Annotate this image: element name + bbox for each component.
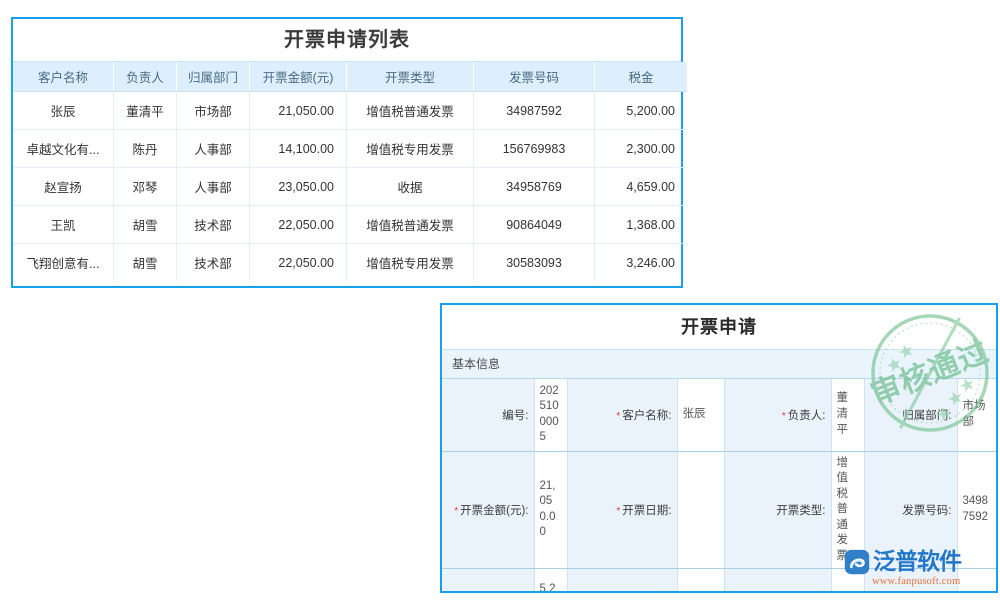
column-header-department[interactable]: 归属部门 (176, 62, 250, 92)
cell-owner[interactable]: 胡雪 (113, 205, 177, 244)
cell-amount: 14,100.00 (249, 129, 347, 168)
cell-owner[interactable]: 陈丹 (113, 129, 177, 168)
label-amount-text: 开票金额(元): (460, 504, 529, 517)
cell-invoice-type: 增值税专用发票 (346, 129, 474, 168)
required-marker-customer: * (616, 410, 621, 422)
cell-invoice-no: 30583093 (473, 243, 595, 281)
cell-tax: 5,200.00 (594, 91, 687, 130)
column-header-owner[interactable]: 负责人 (113, 62, 177, 92)
cell-owner[interactable]: 邓琴 (113, 167, 177, 206)
cell-invoice-type: 收据 (346, 167, 474, 206)
column-header-invoice-type[interactable]: 开票类型 (346, 62, 474, 92)
cell-amount: 22,050.00 (249, 205, 347, 244)
label-owner: * 负责人: (724, 379, 832, 452)
empty-label-1 (567, 568, 678, 591)
column-header-customer[interactable]: 客户名称 (13, 62, 114, 92)
table-row[interactable]: 王凯 胡雪 技术部 22,050.00 增值税普通发票 90864049 1,3… (13, 205, 687, 244)
invoice-application-list-panel: 开票申请列表 客户名称 负责人 归属部门 开票金额(元) 开票类型 发票号码 税… (11, 17, 687, 288)
cell-department[interactable]: 人事部 (176, 167, 250, 206)
detail-panel-title: 开票申请 (442, 305, 996, 350)
label-tax: 税金: (442, 568, 535, 591)
cell-tax: 4,659.00 (594, 167, 687, 206)
cell-invoice-no: 156769983 (473, 129, 595, 168)
cell-customer[interactable]: 卓越文化有... (13, 129, 114, 168)
label-department: 归属部门: (864, 379, 958, 452)
cell-customer[interactable]: 张辰 (13, 91, 114, 130)
cell-owner[interactable]: 胡雪 (113, 243, 177, 281)
value-tax[interactable]: 5,200.00 (534, 568, 568, 591)
cell-tax: 1,368.00 (594, 205, 687, 244)
label-customer: * 客户名称: (567, 379, 678, 452)
label-customer-text: 客户名称: (622, 409, 672, 422)
table-row[interactable]: 赵宣扬 邓琴 人事部 23,050.00 收据 34958769 4,659.0… (13, 167, 687, 206)
fanpu-brand-text: 泛普软件 (873, 548, 962, 575)
required-marker-owner: * (781, 410, 786, 422)
invoice-application-detail-panel: 审核通过 开票申请 基本信息 编号: 2025100005 * 客户名称: 张辰… (440, 303, 998, 593)
cell-tax: 2,300.00 (594, 129, 687, 168)
cell-customer[interactable]: 赵宣扬 (13, 167, 114, 206)
label-amount: * 开票金额(元): (442, 451, 535, 570)
cell-invoice-no: 34987592 (473, 91, 595, 130)
value-customer[interactable]: 张辰 (677, 379, 725, 452)
cell-amount: 22,050.00 (249, 243, 347, 281)
table-row[interactable]: 张辰 董清平 市场部 21,050.00 增值税普通发票 34987592 5,… (13, 91, 687, 130)
logo-row: 泛普软件 (844, 548, 962, 575)
cell-invoice-no: 34958769 (473, 167, 595, 206)
cell-department[interactable]: 人事部 (176, 129, 250, 168)
table-header-row: 客户名称 负责人 归属部门 开票金额(元) 开票类型 发票号码 税金 (13, 62, 687, 92)
value-code: 2025100005 (534, 379, 568, 452)
label-invoice-date-text: 开票日期: (622, 504, 672, 517)
basic-info-section-label: 基本信息 (442, 350, 996, 379)
cell-customer[interactable]: 王凯 (13, 205, 114, 244)
column-header-tax[interactable]: 税金 (594, 62, 687, 92)
fanpu-logo: 泛普软件 www.fanpusoft.com (844, 543, 990, 587)
cell-invoice-no: 90864049 (473, 205, 595, 244)
fanpu-url-text: www.fanpusoft.com (872, 576, 961, 587)
empty-value-1 (677, 568, 725, 591)
value-owner[interactable]: 董清平 (831, 379, 865, 452)
table-row[interactable]: 飞翔创意有... 胡雪 技术部 22,050.00 增值税专用发票 305830… (13, 243, 687, 281)
cell-department[interactable]: 市场部 (176, 91, 250, 130)
invoice-application-table: 客户名称 负责人 归属部门 开票金额(元) 开票类型 发票号码 税金 张辰 董清… (13, 62, 687, 281)
cell-customer[interactable]: 飞翔创意有... (13, 243, 114, 281)
value-department[interactable]: 市场部 (957, 379, 996, 452)
form-row-1: 编号: 2025100005 * 客户名称: 张辰 * 负责人: 董清平 归属部门:… (442, 379, 996, 452)
required-marker-invoice-date: * (616, 505, 621, 517)
list-panel-title: 开票申请列表 (13, 19, 681, 62)
label-invoice-date: * 开票日期: (567, 451, 678, 570)
empty-label-2 (724, 568, 832, 591)
cell-department[interactable]: 技术部 (176, 243, 250, 281)
column-header-amount[interactable]: 开票金额(元) (249, 62, 347, 92)
cell-tax: 3,246.00 (626, 255, 675, 270)
cell-amount: 23,050.00 (249, 167, 347, 206)
cell-invoice-type: 增值税专用发票 (346, 243, 474, 281)
cell-amount: 21,050.00 (249, 91, 347, 130)
cell-invoice-type: 增值税普通发票 (346, 91, 474, 130)
cell-department[interactable]: 技术部 (176, 205, 250, 244)
cell-invoice-type: 增值税普通发票 (346, 205, 474, 244)
cell-owner[interactable]: 董清平 (113, 91, 177, 130)
label-owner-text: 负责人: (787, 409, 826, 422)
table-row[interactable]: 卓越文化有... 陈丹 人事部 14,100.00 增值税专用发票 156769… (13, 129, 687, 168)
label-invoice-type: 开票类型: (724, 451, 832, 570)
fanpu-logo-icon (844, 549, 870, 575)
required-marker-amount: * (454, 505, 459, 517)
value-invoice-date[interactable] (677, 451, 725, 570)
column-header-invoice-no[interactable]: 发票号码 (473, 62, 595, 92)
label-code: 编号: (442, 379, 535, 452)
value-amount[interactable]: 21,050.00 (534, 451, 568, 570)
